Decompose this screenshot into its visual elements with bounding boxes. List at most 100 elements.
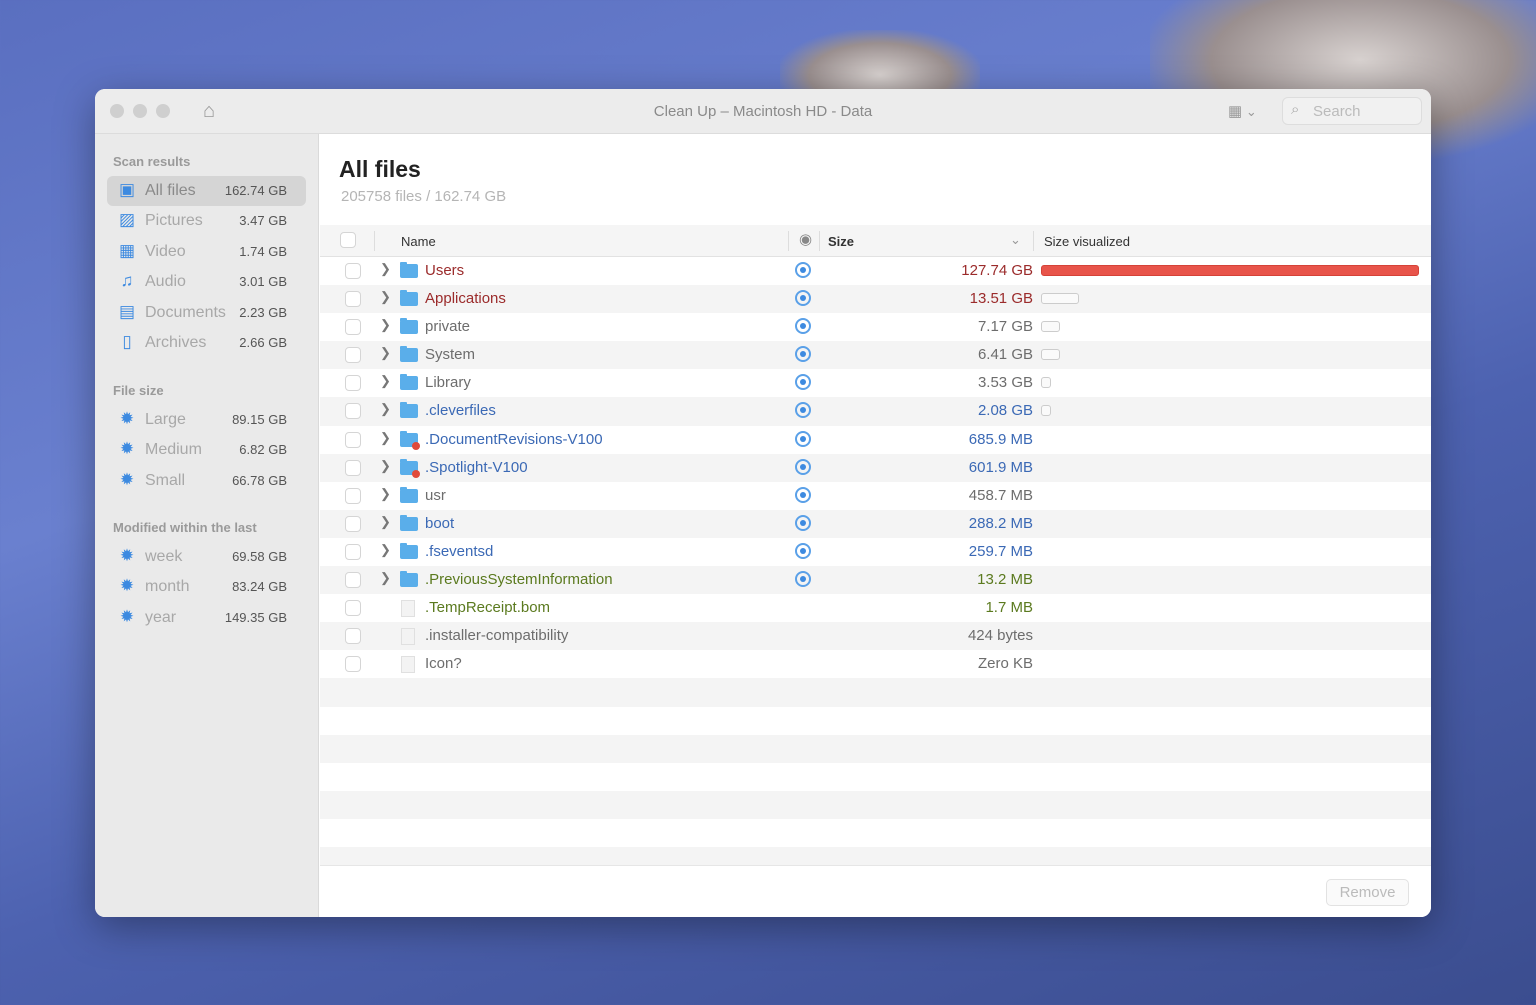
search-input[interactable]: ⌕ Search xyxy=(1282,97,1422,125)
expand-chevron-icon[interactable]: ❯ xyxy=(380,514,391,530)
row-checkbox[interactable] xyxy=(345,656,361,673)
sidebar-item-small[interactable]: ✹ Small 66.78 GB xyxy=(107,466,306,496)
row-checkbox[interactable] xyxy=(345,515,361,532)
sidebar-item-audio[interactable]: ♫ Audio 3.01 GB xyxy=(107,267,306,297)
row-checkbox[interactable] xyxy=(345,375,361,392)
table-row[interactable]: ❯ .cleverfiles 2.08 GB xyxy=(320,397,1431,426)
table-row[interactable]: ❯ Library 3.53 GB xyxy=(320,369,1431,397)
sidebar-item-archives[interactable]: ▯ Archives 2.66 GB xyxy=(107,328,306,358)
table-row[interactable]: Icon? Zero KB xyxy=(320,650,1431,678)
table-row[interactable]: ❯ .PreviousSystemInformation 13.2 MB xyxy=(320,566,1431,595)
sidebar-item-large[interactable]: ✹ Large 89.15 GB xyxy=(107,405,306,435)
row-checkbox[interactable] xyxy=(345,263,361,279)
file-name: Library xyxy=(425,374,471,392)
row-checkbox[interactable] xyxy=(345,319,361,336)
row-checkbox[interactable] xyxy=(345,572,361,589)
column-size[interactable]: Size xyxy=(828,234,854,249)
file-size: 458.7 MB xyxy=(968,486,1033,504)
reveal-in-finder-icon[interactable] xyxy=(795,486,811,503)
table-row[interactable]: .installer-compatibility 424 bytes xyxy=(320,622,1431,651)
table-row[interactable]: ❯ boot 288.2 MB xyxy=(320,509,1431,538)
sidebar-item-documents[interactable]: ▤ Documents 2.23 GB xyxy=(107,298,306,328)
file-icon xyxy=(401,628,415,646)
expand-chevron-icon[interactable]: ❯ xyxy=(380,570,391,586)
audio-icon: ♫ xyxy=(120,271,134,290)
expand-chevron-icon[interactable]: ❯ xyxy=(380,373,391,389)
row-checkbox[interactable] xyxy=(345,403,361,420)
table-row[interactable]: ❯ System 6.41 GB xyxy=(320,341,1431,370)
expand-chevron-icon[interactable]: ❯ xyxy=(380,261,391,277)
file-list: ❯ Users 127.74 GB ❯ Applications 13.51 GB ❯ pri… xyxy=(320,257,1431,876)
sidebar-item-medium[interactable]: ✹ Medium 6.82 GB xyxy=(107,435,306,465)
empty-row xyxy=(320,707,1431,735)
expand-chevron-icon[interactable]: ❯ xyxy=(380,317,391,333)
reveal-in-finder-icon[interactable] xyxy=(795,374,811,391)
table-row[interactable]: .TempReceipt.bom 1.7 MB xyxy=(320,594,1431,622)
reveal-in-finder-icon[interactable] xyxy=(795,290,811,307)
sort-chevron-icon[interactable]: ⌄ xyxy=(1010,232,1021,248)
reveal-in-finder-icon[interactable] xyxy=(795,346,811,363)
select-all-checkbox[interactable] xyxy=(340,232,356,248)
sidebar-item-video[interactable]: ▦ Video 1.74 GB xyxy=(107,237,306,267)
reveal-in-finder-icon[interactable] xyxy=(795,318,811,335)
expand-chevron-icon[interactable]: ❯ xyxy=(380,458,391,474)
file-size: 13.51 GB xyxy=(969,290,1033,308)
row-checkbox[interactable] xyxy=(345,600,361,617)
page-title: All files xyxy=(339,156,421,182)
size-bar xyxy=(1041,349,1060,361)
reveal-column-icon[interactable]: ◉ xyxy=(799,230,812,248)
app-window: ⌂ Clean Up – Macintosh HD - Data ▦ ⌄ ⌕ Se… xyxy=(95,89,1431,917)
row-checkbox[interactable] xyxy=(345,431,361,448)
file-name: .cleverfiles xyxy=(425,402,496,420)
column-name[interactable]: Name xyxy=(401,234,436,249)
expand-chevron-icon[interactable]: ❯ xyxy=(380,289,391,305)
expand-chevron-icon[interactable]: ❯ xyxy=(380,542,391,558)
folder-icon xyxy=(400,542,418,559)
file-name: Users xyxy=(425,262,465,279)
file-size: Zero KB xyxy=(977,655,1033,673)
sidebar-item-year[interactable]: ✹ year 149.35 GB xyxy=(107,603,306,633)
expand-chevron-icon[interactable]: ❯ xyxy=(380,345,391,361)
reveal-in-finder-icon[interactable] xyxy=(795,571,811,588)
row-checkbox[interactable] xyxy=(345,347,361,364)
column-divider xyxy=(788,231,789,251)
table-row[interactable]: ❯ .Spotlight-V100 601.9 MB xyxy=(320,453,1431,482)
row-checkbox[interactable] xyxy=(345,628,361,645)
remove-button[interactable]: Remove xyxy=(1326,879,1409,906)
file-size: 3.53 GB xyxy=(977,374,1033,392)
reveal-in-finder-icon[interactable] xyxy=(795,514,811,531)
column-divider xyxy=(1033,231,1034,251)
row-checkbox[interactable] xyxy=(345,487,361,504)
table-row[interactable]: ❯ Users 127.74 GB xyxy=(320,257,1431,285)
expand-chevron-icon[interactable]: ❯ xyxy=(380,430,391,446)
expand-chevron-icon[interactable]: ❯ xyxy=(380,401,391,417)
table-row[interactable]: ❯ usr 458.7 MB xyxy=(320,482,1431,510)
table-row[interactable]: ❯ .DocumentRevisions-V100 685.9 MB xyxy=(320,426,1431,454)
sidebar-item-all-files[interactable]: ▣ All files 162.74 GB xyxy=(107,176,306,206)
sidebar-item-label: Audio xyxy=(145,273,186,290)
sidebar-item-month[interactable]: ✹ month 83.24 GB xyxy=(107,572,306,602)
file-name: System xyxy=(425,346,476,364)
sidebar-item-week[interactable]: ✹ week 69.58 GB xyxy=(107,542,306,572)
sidebar-item-label: All files xyxy=(145,182,196,199)
reveal-in-finder-icon[interactable] xyxy=(795,402,811,419)
reveal-in-finder-icon[interactable] xyxy=(795,542,811,559)
row-checkbox[interactable] xyxy=(345,291,361,308)
reveal-in-finder-icon[interactable] xyxy=(795,458,811,475)
sidebar-item-size: 3.01 GB xyxy=(239,274,287,289)
table-row[interactable]: ❯ Applications 13.51 GB xyxy=(320,285,1431,314)
sidebar-item-pictures[interactable]: ▨ Pictures 3.47 GB xyxy=(107,206,306,236)
folder-icon xyxy=(400,514,418,531)
table-row[interactable]: ❯ .fseventsd 259.7 MB xyxy=(320,538,1431,566)
sidebar-item-size: 89.15 GB xyxy=(232,412,287,427)
row-checkbox[interactable] xyxy=(345,459,361,476)
view-options-button[interactable]: ▦ ⌄ xyxy=(1228,102,1257,120)
table-row[interactable]: ❯ private 7.17 GB xyxy=(320,313,1431,341)
row-checkbox[interactable] xyxy=(345,543,361,560)
reveal-in-finder-icon[interactable] xyxy=(795,430,811,447)
file-size: 1.7 MB xyxy=(985,599,1033,617)
reveal-in-finder-icon[interactable] xyxy=(795,262,811,278)
file-name: .installer-compatibility xyxy=(425,627,569,645)
files-summary: 205758 files / 162.74 GB xyxy=(341,188,507,205)
expand-chevron-icon[interactable]: ❯ xyxy=(380,486,391,502)
